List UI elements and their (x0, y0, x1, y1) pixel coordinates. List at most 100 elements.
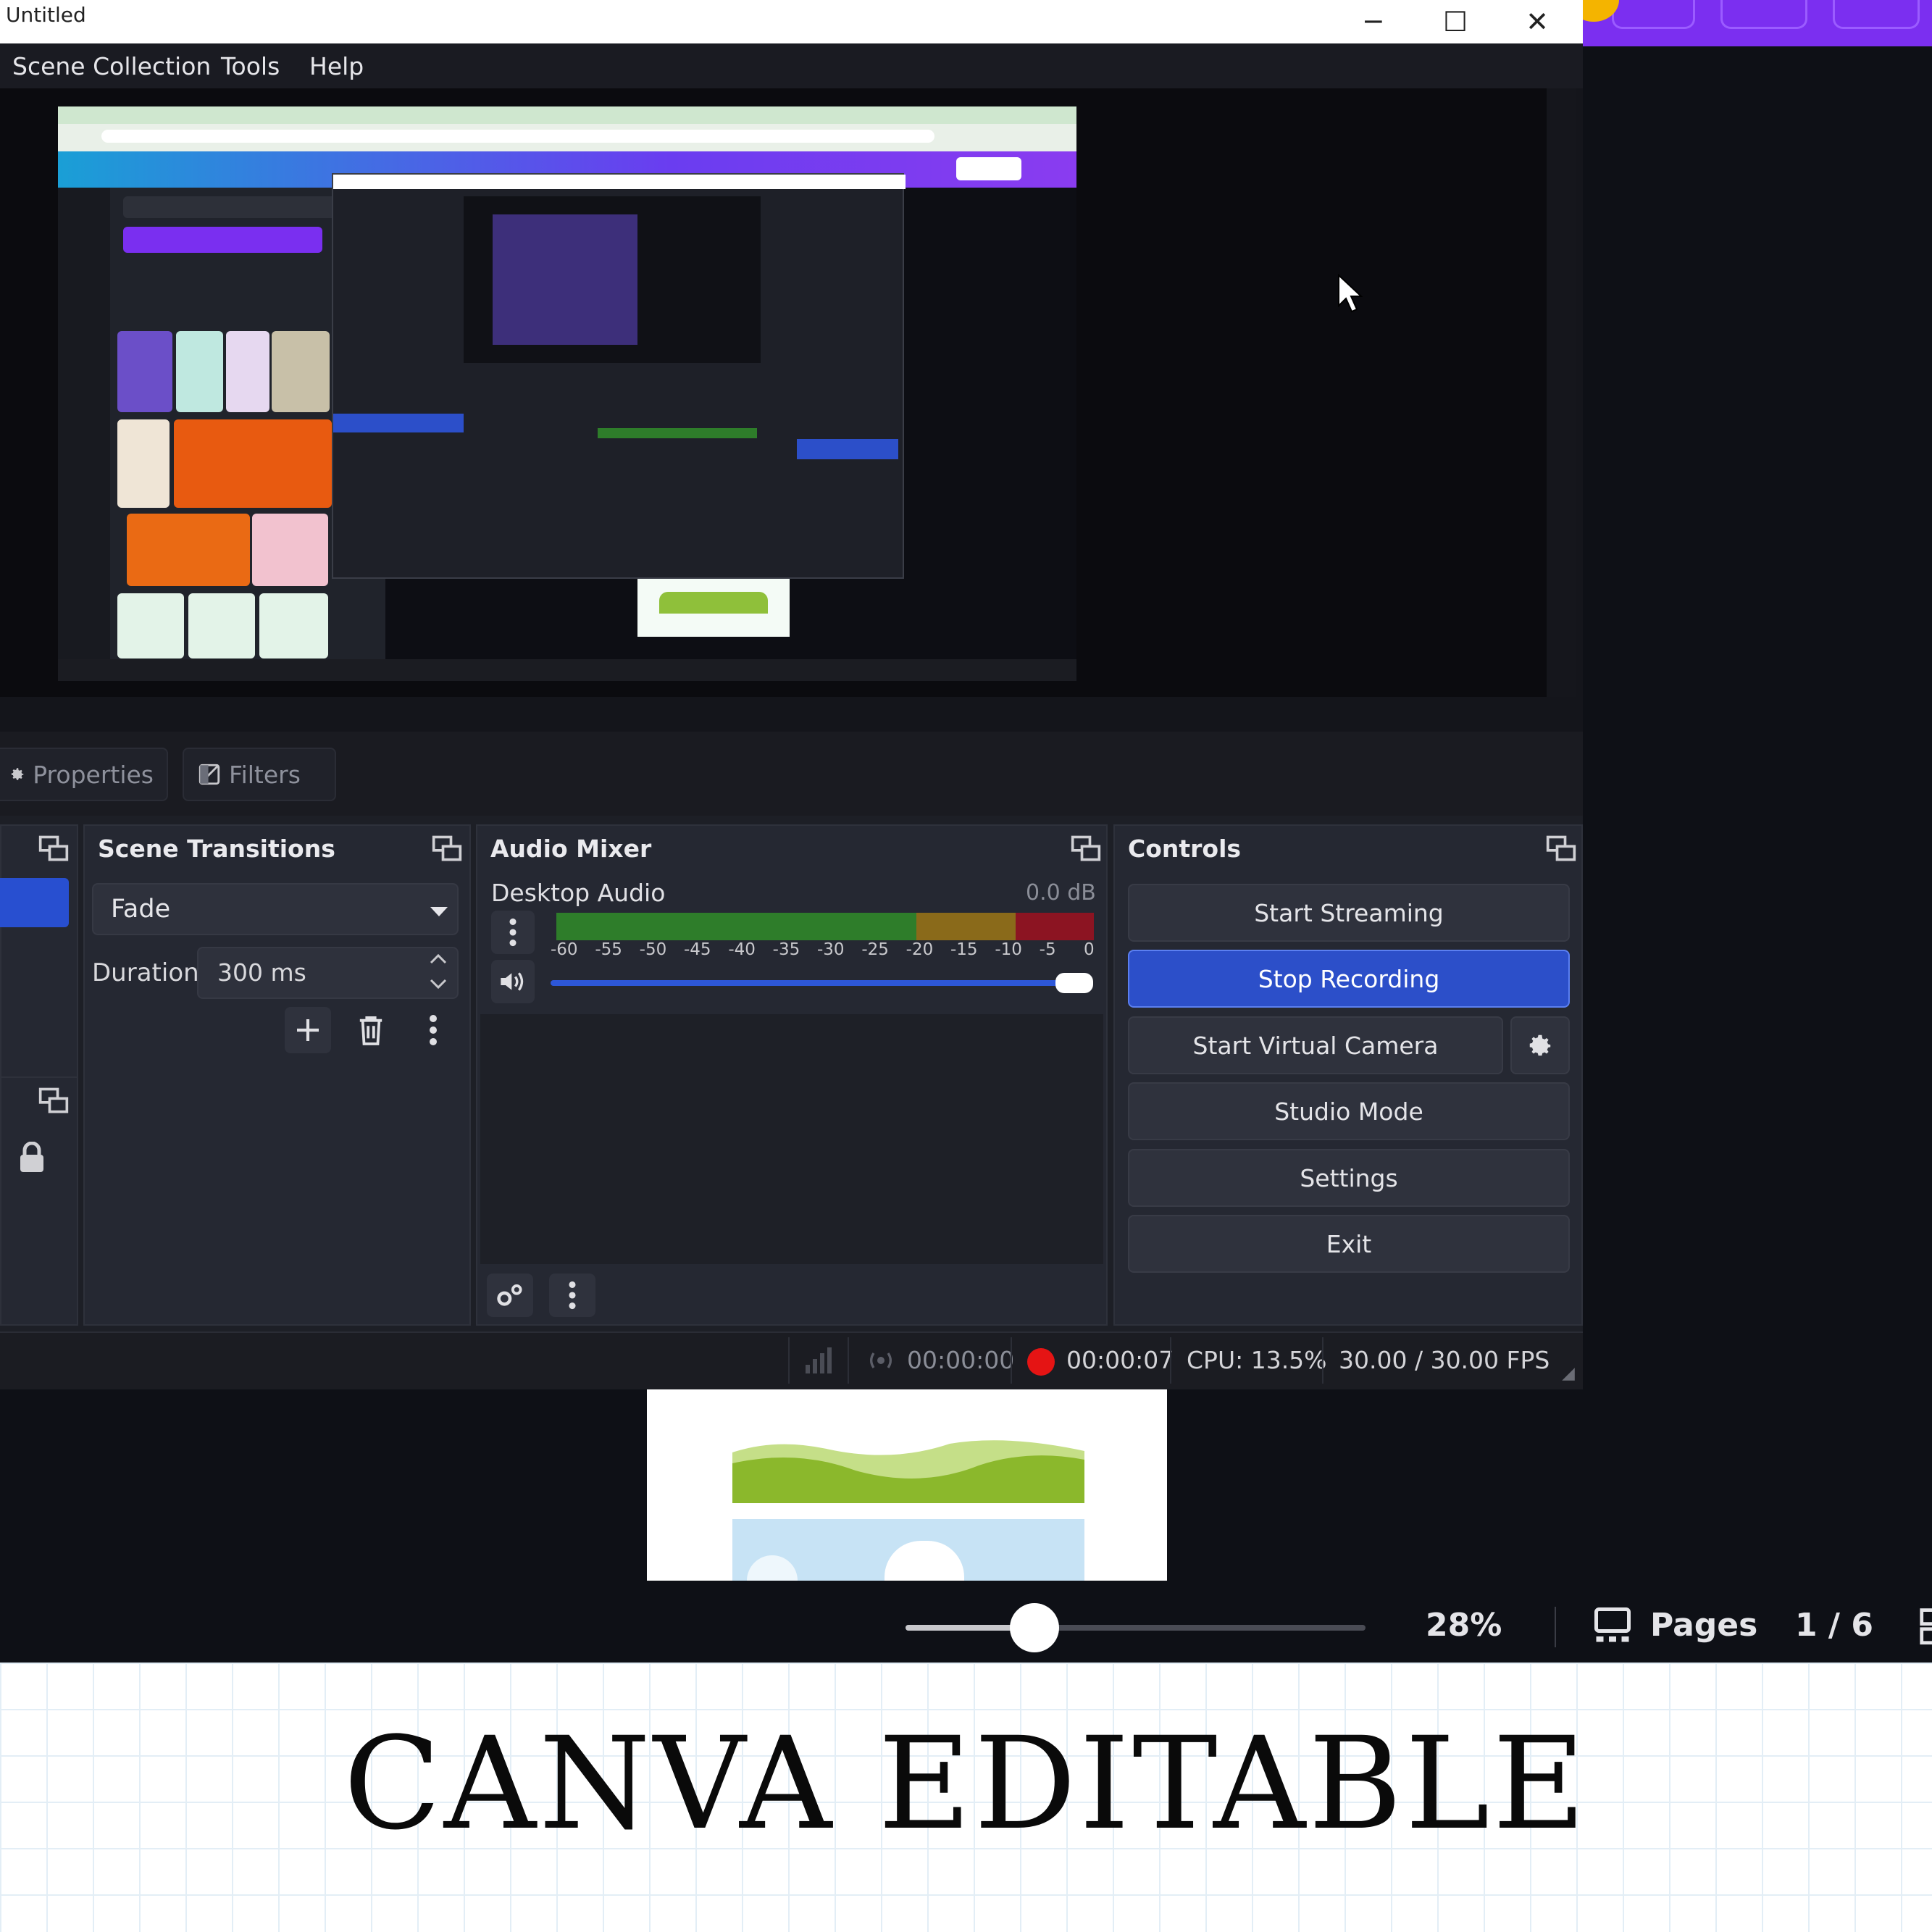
captured-taskbar (58, 659, 1076, 681)
gears-icon (497, 1284, 522, 1306)
captured-browser-bar (58, 106, 1076, 151)
filter-icon (198, 764, 220, 785)
audio-channel-menu-button[interactable] (491, 911, 535, 954)
add-transition-button[interactable] (285, 1007, 331, 1053)
dock-title: Audio Mixer (490, 835, 652, 863)
settings-button[interactable]: Settings (1128, 1149, 1570, 1207)
maximize-icon: ☐ (1442, 6, 1468, 38)
minimize-button[interactable]: ─ (1333, 0, 1414, 43)
meter-tick-label: -20 (906, 940, 934, 959)
meter-tick-label: -5 (1039, 940, 1056, 959)
audio-level-db: 0.0 dB (1026, 880, 1096, 906)
sources-dock (0, 1076, 78, 1326)
mute-button[interactable] (491, 960, 535, 1003)
captured-obs-window (332, 173, 906, 579)
resize-grip-icon[interactable] (1560, 1366, 1576, 1382)
undock-icon[interactable] (431, 833, 463, 865)
banner-title: CANVA EDITABLE (343, 1710, 1589, 1858)
canva-share-button[interactable] (1833, 0, 1920, 29)
mixer-empty-area (480, 1014, 1103, 1264)
recording-indicator-icon (1027, 1348, 1055, 1376)
canva-toolbar-button[interactable] (1612, 0, 1695, 29)
mouse-cursor-icon (1338, 274, 1363, 313)
chevron-down-icon (430, 907, 448, 916)
zoom-slider-handle[interactable] (1009, 1603, 1059, 1652)
status-divider (1170, 1337, 1171, 1384)
meter-tick-label: 0 (1084, 940, 1095, 959)
fps-readout: 30.00 / 30.00 FPS (1339, 1346, 1550, 1374)
pages-button-label[interactable]: Pages (1650, 1607, 1757, 1644)
menu-tools[interactable]: Tools (221, 52, 280, 80)
volume-slider[interactable] (551, 980, 1079, 986)
recording-timer: 00:00:07 (1066, 1346, 1174, 1374)
pages-icon[interactable] (1591, 1604, 1634, 1647)
transition-select-value: Fade (111, 895, 171, 924)
meter-tick-label: -30 (817, 940, 845, 959)
meter-tick-label: -25 (861, 940, 889, 959)
preview-scrollbar[interactable] (1547, 88, 1576, 697)
undock-icon[interactable] (38, 1085, 70, 1117)
volume-slider-handle[interactable] (1055, 973, 1093, 993)
stop-recording-button[interactable]: Stop Recording (1128, 950, 1570, 1008)
window-title: Untitled (6, 3, 86, 27)
undock-icon[interactable] (1070, 833, 1102, 865)
canva-toolbar-button[interactable] (1720, 0, 1807, 29)
close-button[interactable]: ✕ (1497, 0, 1578, 43)
more-vertical-icon (569, 1281, 576, 1310)
status-divider (1011, 1337, 1012, 1384)
undock-icon[interactable] (38, 833, 70, 865)
remove-transition-button[interactable] (348, 1007, 394, 1053)
meter-tick-label: -60 (551, 940, 578, 959)
audio-channel-name: Desktop Audio (491, 879, 666, 907)
trash-icon (359, 1016, 382, 1045)
studio-mode-button[interactable]: Studio Mode (1128, 1082, 1570, 1140)
tab-filters-label: Filters (229, 760, 301, 789)
stream-timer: 00:00:00 (907, 1346, 1015, 1374)
lock-icon[interactable] (19, 1142, 45, 1174)
hills-graphic (732, 1440, 1084, 1503)
menu-help[interactable]: Help (309, 52, 364, 80)
duration-label: Duration (92, 958, 199, 987)
tab-filters[interactable]: Filters (183, 748, 336, 801)
toolbar-divider (1555, 1607, 1556, 1647)
start-streaming-button[interactable]: Start Streaming (1128, 884, 1570, 942)
dock-title: Scene Transitions (98, 835, 335, 863)
chevron-down-icon[interactable] (429, 978, 448, 990)
tab-properties-label: Properties (33, 760, 154, 789)
exit-button[interactable]: Exit (1128, 1215, 1570, 1273)
gear-icon (11, 768, 24, 780)
meter-red-zone (1016, 913, 1094, 940)
status-divider (788, 1337, 790, 1384)
duration-value: 300 ms (217, 958, 306, 987)
meter-tick-label: -15 (950, 940, 978, 959)
volume-meter (556, 913, 1094, 940)
maximize-button[interactable]: ☐ (1415, 0, 1496, 43)
meter-tick-label: -40 (728, 940, 756, 959)
start-virtual-camera-button[interactable]: Start Virtual Camera (1128, 1016, 1503, 1074)
tab-properties[interactable]: Properties (0, 748, 168, 801)
transition-menu-button[interactable] (410, 1007, 456, 1053)
advanced-audio-button[interactable] (487, 1274, 533, 1317)
stream-broadcast-icon (870, 1352, 892, 1368)
undock-icon[interactable] (1545, 833, 1577, 865)
close-icon: ✕ (1526, 6, 1549, 38)
minimize-icon: ─ (1365, 6, 1382, 38)
status-divider (1322, 1337, 1323, 1384)
meter-tick-labels: -60 -55 -50 -45 -40 -35 -30 -25 -20 -15 -10 -5 0 (551, 940, 1101, 966)
meter-yellow-zone (916, 913, 1016, 940)
page-counter: 1 / 6 (1795, 1607, 1873, 1644)
captured-canva-page (637, 579, 790, 637)
grid-view-icon[interactable] (1918, 1604, 1932, 1647)
scene-list-item-selected[interactable] (0, 878, 69, 927)
virtual-camera-settings-button[interactable] (1510, 1016, 1570, 1074)
meter-green-zone (556, 913, 916, 940)
chevron-up-icon[interactable] (429, 953, 448, 965)
meter-tick-label: -35 (772, 940, 800, 959)
zoom-level[interactable]: 28% (1426, 1607, 1502, 1644)
menu-scene-collection[interactable]: Scene Collection (12, 52, 211, 80)
preview-screen-capture (58, 106, 1076, 681)
dock-title: Controls (1128, 835, 1242, 863)
plus-icon (297, 1019, 319, 1041)
title-bar: Untitled ─ ☐ ✕ (0, 0, 1583, 43)
mixer-menu-button[interactable] (549, 1274, 595, 1317)
